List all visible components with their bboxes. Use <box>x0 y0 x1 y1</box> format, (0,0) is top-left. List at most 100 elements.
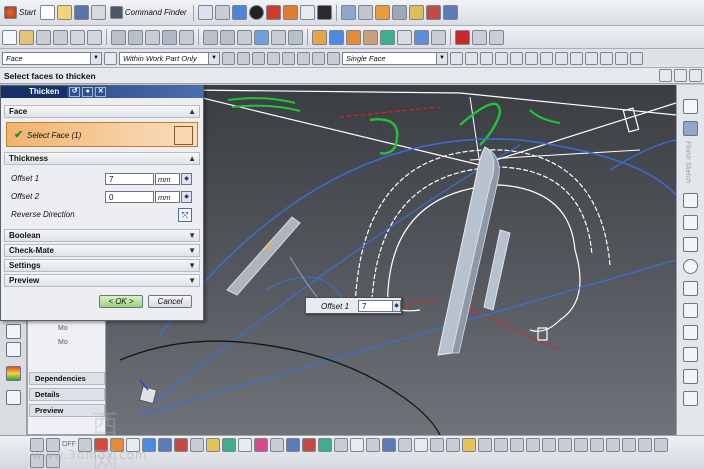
command-finder-button[interactable]: Command Finder <box>108 6 189 19</box>
part-navigator-icon[interactable] <box>6 342 21 357</box>
tool-i-icon[interactable] <box>638 438 652 452</box>
datum-plane-icon[interactable] <box>19 29 34 45</box>
dependencies-panel[interactable]: Dependencies <box>29 372 105 385</box>
undo-icon[interactable] <box>472 29 487 45</box>
start-menu-button[interactable]: Start <box>2 6 38 19</box>
shaded-cube-icon[interactable] <box>231 5 247 20</box>
restore-icon[interactable] <box>674 69 687 82</box>
tool-h-icon[interactable] <box>622 438 636 452</box>
sketch-task-icon[interactable] <box>683 99 698 114</box>
tool-j-icon[interactable] <box>654 438 668 452</box>
offset2-spinner[interactable]: ◆ <box>181 191 192 203</box>
origin-icon[interactable] <box>430 438 444 452</box>
finish-sketch-flag-icon[interactable] <box>683 121 698 136</box>
fit-view-icon[interactable] <box>197 5 213 20</box>
reflection-icon[interactable] <box>286 438 300 452</box>
constraint-icon[interactable] <box>46 438 60 452</box>
draft-analysis-icon[interactable] <box>302 438 316 452</box>
redo-icon[interactable] <box>489 29 504 45</box>
blue-cube-icon[interactable] <box>142 438 156 452</box>
orange-cube-icon[interactable] <box>282 5 298 20</box>
select-point-icon[interactable] <box>327 51 340 65</box>
minimize-icon[interactable] <box>659 69 672 82</box>
select-body-icon[interactable] <box>252 51 265 65</box>
save-icon[interactable] <box>73 5 89 20</box>
view-triad-icon[interactable] <box>158 438 172 452</box>
analysis-icon[interactable] <box>425 5 441 20</box>
snap-bounded-icon[interactable] <box>615 51 628 65</box>
snap-point-on-face-icon[interactable] <box>555 51 568 65</box>
select-all-icon[interactable] <box>222 51 235 65</box>
select-curve-icon[interactable] <box>312 51 325 65</box>
extract-icon[interactable] <box>271 29 286 45</box>
surface-icon[interactable] <box>329 29 344 45</box>
lighting-icon[interactable] <box>206 438 220 452</box>
fillet-icon[interactable] <box>683 281 698 296</box>
wcs-icon[interactable] <box>414 438 428 452</box>
swept-icon[interactable] <box>414 29 429 45</box>
studio-surface-icon[interactable] <box>380 29 395 45</box>
line-icon[interactable] <box>683 215 698 230</box>
preview-section-header[interactable]: Preview ▼ <box>4 274 200 287</box>
assembly-navigator-icon[interactable] <box>6 324 21 339</box>
tool-f-icon[interactable] <box>590 438 604 452</box>
display-icon[interactable] <box>391 5 407 20</box>
snap-quadrant-icon[interactable] <box>525 51 538 65</box>
hide-icon[interactable] <box>350 438 364 452</box>
mirror-icon[interactable] <box>288 29 303 45</box>
render-style-icon[interactable] <box>248 5 264 20</box>
pattern-icon[interactable] <box>179 29 194 45</box>
snap-clear-icon[interactable] <box>600 51 613 65</box>
background-icon[interactable] <box>316 5 332 20</box>
trim-body-icon[interactable] <box>203 29 218 45</box>
tool-g-icon[interactable] <box>606 438 620 452</box>
curvature-icon[interactable] <box>270 438 284 452</box>
red-tool-icon[interactable] <box>94 438 108 452</box>
select-face-icon[interactable] <box>282 51 295 65</box>
circle-icon[interactable] <box>683 259 698 274</box>
filter-icon[interactable] <box>104 51 117 65</box>
wireframe-cube-icon[interactable] <box>126 438 140 452</box>
show-icon[interactable] <box>366 438 380 452</box>
extrude-icon[interactable] <box>36 29 51 45</box>
arc-icon[interactable] <box>683 237 698 252</box>
snap-midpoint-icon[interactable] <box>465 51 478 65</box>
offset2-input[interactable]: 0 <box>105 191 154 203</box>
open-folder-icon[interactable] <box>56 5 72 20</box>
pointer-icon[interactable] <box>238 438 252 452</box>
onscreen-offset-value[interactable]: 7 <box>358 300 393 312</box>
offset1-spinner[interactable]: ◆ <box>181 173 192 185</box>
unite-icon[interactable] <box>111 29 126 45</box>
help-icon[interactable] <box>442 5 458 20</box>
record-icon[interactable] <box>455 29 470 45</box>
rectangle-icon[interactable] <box>683 325 698 340</box>
offset-face-icon[interactable] <box>220 29 235 45</box>
bounded-plane-icon[interactable] <box>363 29 378 45</box>
tool-l-icon[interactable] <box>46 454 60 468</box>
nav-item-row1[interactable]: Mo <box>58 325 68 332</box>
orange-tool-icon[interactable] <box>110 438 124 452</box>
snap-center-icon[interactable] <box>510 51 523 65</box>
history-icon[interactable] <box>6 390 21 405</box>
cube-wire-icon[interactable] <box>299 5 315 20</box>
tool-b-icon[interactable] <box>526 438 540 452</box>
move-face-icon[interactable] <box>312 29 327 45</box>
nav-item-row2[interactable]: Mo <box>58 339 68 346</box>
snap-point-on-curve-icon[interactable] <box>540 51 553 65</box>
through-curves-icon[interactable] <box>346 29 361 45</box>
offset1-input[interactable]: 7 <box>105 173 154 185</box>
snap-control-icon[interactable] <box>480 51 493 65</box>
measure-distance-icon[interactable] <box>334 438 348 452</box>
deselect-icon[interactable] <box>237 51 250 65</box>
face-rule-select[interactable]: Single Face ▼ <box>342 51 448 65</box>
select-feature-icon[interactable] <box>267 51 280 65</box>
snap-grid-icon[interactable] <box>30 438 44 452</box>
layer-settings-icon[interactable] <box>398 438 412 452</box>
point-icon[interactable] <box>683 369 698 384</box>
preview-panel[interactable]: Preview <box>29 404 105 417</box>
snap-endpoint-icon[interactable] <box>450 51 463 65</box>
settings-section-header[interactable]: Settings ▼ <box>4 259 200 272</box>
face-cube-icon[interactable] <box>174 126 193 145</box>
tool-e-icon[interactable] <box>574 438 588 452</box>
ruled-icon[interactable] <box>431 29 446 45</box>
